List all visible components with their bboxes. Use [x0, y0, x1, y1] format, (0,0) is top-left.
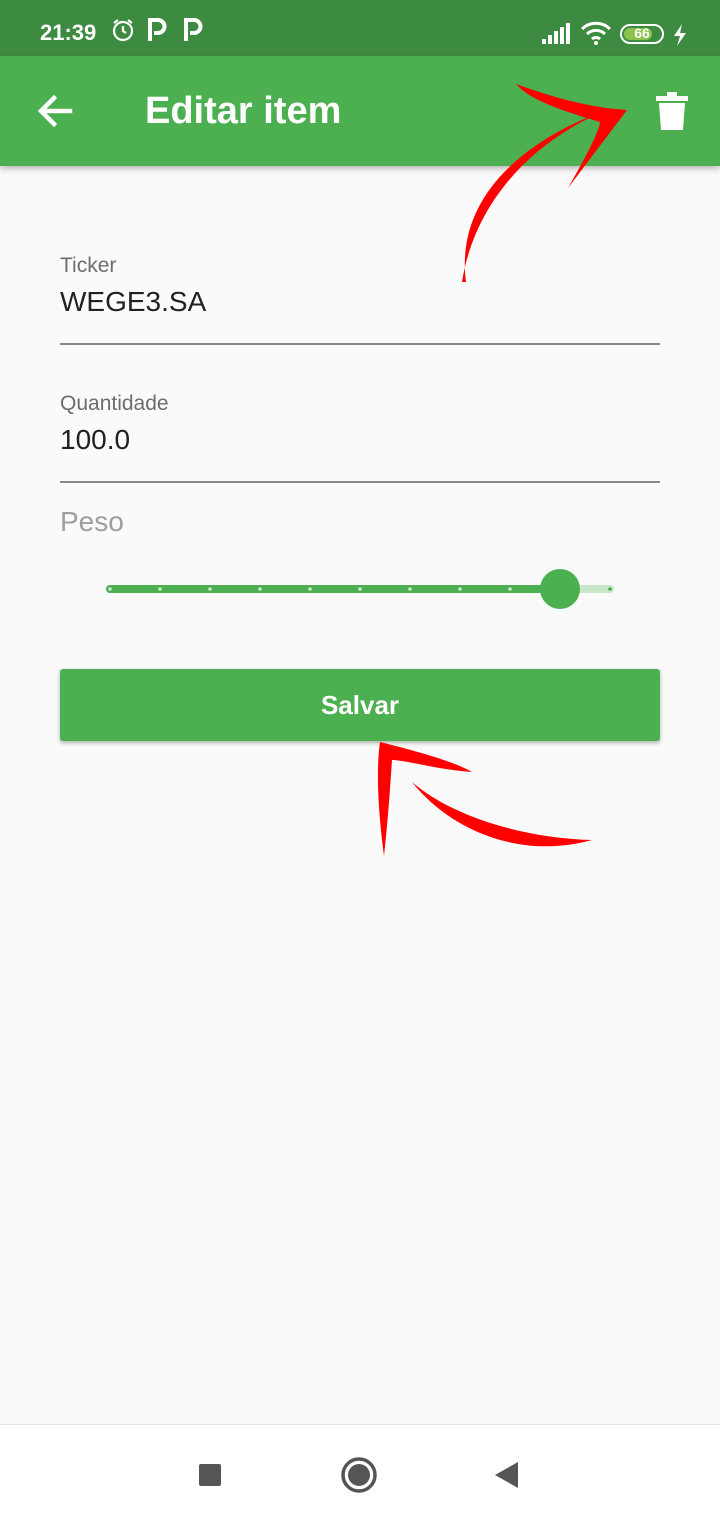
arrow-left-icon	[37, 94, 73, 128]
save-button-label: Salvar	[320, 689, 400, 720]
navigation-bar	[0, 1424, 720, 1521]
quantidade-label: Quantidade	[60, 392, 169, 415]
ticker-label: Ticker	[60, 254, 117, 277]
home-circle-icon[interactable]	[337, 1453, 381, 1497]
parking-icon	[184, 18, 203, 41]
wifi-icon	[580, 21, 612, 45]
slider-thumb[interactable]	[540, 569, 580, 609]
annotation-overlay	[377, 84, 627, 856]
slider-tick	[358, 587, 362, 591]
slider-tick	[508, 587, 512, 591]
save-button[interactable]: Salvar	[60, 669, 660, 741]
peso-label: Peso	[60, 506, 124, 537]
peso-slider[interactable]	[100, 564, 620, 614]
back-triangle-icon[interactable]	[485, 1453, 529, 1497]
status-bar: 21:39 66	[0, 0, 720, 56]
slider-tick	[608, 587, 612, 591]
charging-icon	[674, 24, 686, 46]
slider-tick	[158, 587, 162, 591]
trash-icon	[656, 92, 688, 130]
page-title: Editar item	[145, 90, 342, 132]
slider-tick	[408, 587, 412, 591]
quantidade-input[interactable]	[60, 424, 660, 456]
parking-icon	[148, 18, 167, 41]
signal-icon	[542, 23, 570, 44]
slider-tick	[458, 587, 462, 591]
battery-icon: 66	[620, 24, 664, 44]
annotation-arrow-save	[377, 742, 592, 856]
battery-level: 66	[634, 25, 650, 41]
recents-square-icon[interactable]	[188, 1453, 232, 1497]
ticker-input[interactable]	[60, 286, 660, 318]
quantidade-field[interactable]: Quantidade	[60, 390, 660, 486]
app-bar: Editar item	[0, 56, 720, 166]
slider-tick	[108, 587, 112, 591]
slider-tick	[308, 587, 312, 591]
slider-tick	[258, 587, 262, 591]
ticker-field[interactable]: Ticker	[60, 252, 660, 348]
back-button[interactable]	[28, 86, 84, 136]
status-time: 21:39	[40, 20, 97, 45]
slider-tick	[208, 587, 212, 591]
alarm-icon	[112, 19, 134, 42]
quantidade-underline	[60, 481, 660, 483]
delete-button[interactable]	[646, 86, 698, 138]
ticker-underline	[60, 343, 660, 345]
